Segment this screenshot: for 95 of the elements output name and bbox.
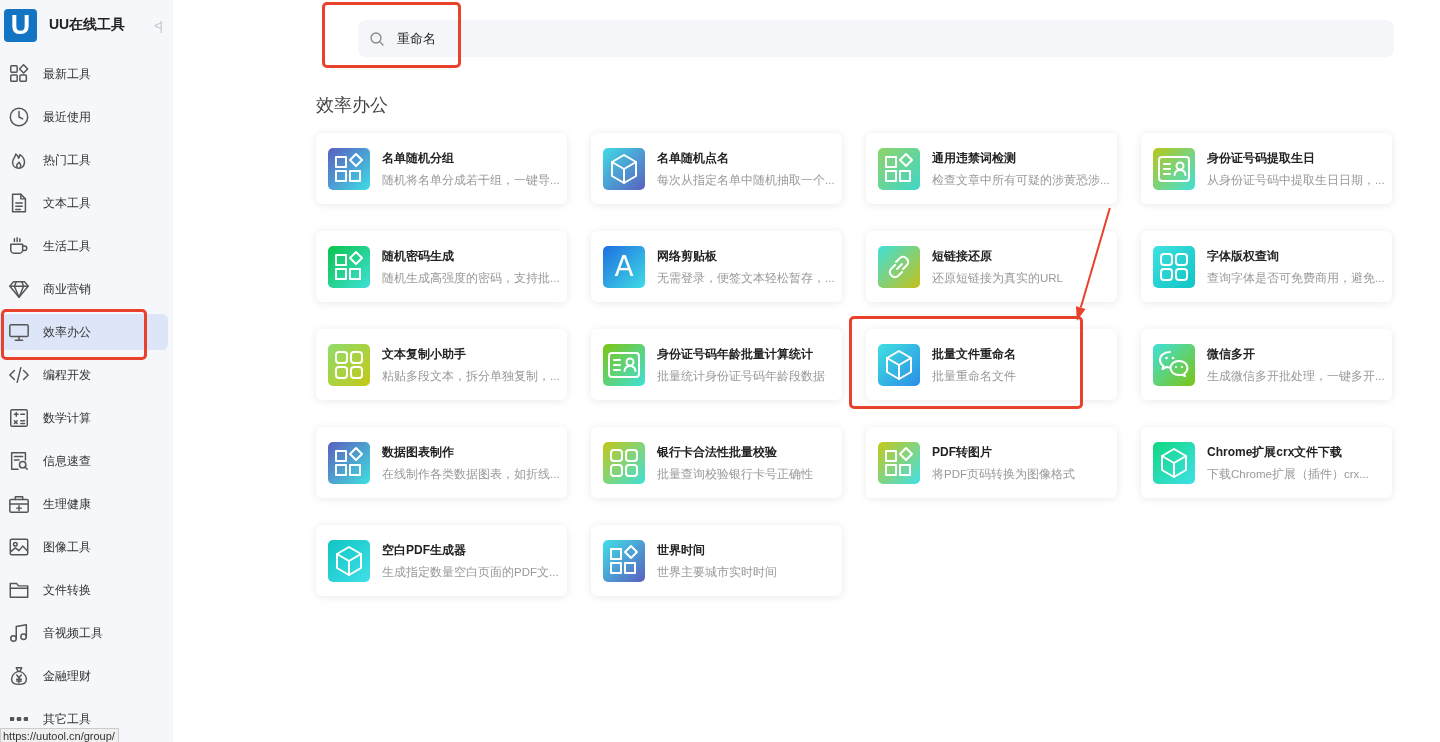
sidebar-item[interactable]: 生活工具 — [0, 228, 168, 264]
apps-icon — [328, 245, 370, 288]
sidebar-item[interactable]: 文本工具 — [0, 185, 168, 221]
tool-card[interactable]: 空白PDF生成器 生成指定数量空白页面的PDF文... — [316, 525, 567, 596]
card-description: 将PDF页码转换为图像格式 — [932, 466, 1075, 482]
apps-icon — [603, 539, 645, 582]
tool-card[interactable]: 短链接还原 还原短链接为真实的URL — [866, 231, 1117, 302]
link-icon — [878, 245, 920, 288]
grid-icon — [603, 441, 645, 484]
card-description: 世界主要城市实时时间 — [657, 564, 777, 580]
money-bag-icon — [8, 665, 30, 687]
cup-icon — [8, 235, 30, 257]
sidebar-item[interactable]: 图像工具 — [0, 529, 168, 565]
diamond-icon — [8, 278, 30, 300]
tool-card[interactable]: 微信多开 生成微信多开批处理，一键多开... — [1141, 329, 1392, 400]
tool-card[interactable]: 批量文件重命名 批量重命名文件 — [866, 329, 1117, 400]
sidebar-item[interactable]: 数学计算 — [0, 400, 168, 436]
card-title: 微信多开 — [1207, 345, 1256, 363]
tool-card[interactable]: 名单随机点名 每次从指定名单中随机抽取一个... — [591, 133, 842, 204]
image-icon — [8, 536, 30, 558]
search-icon — [369, 30, 385, 47]
tool-card[interactable]: 通用违禁词检测 检查文章中所有可疑的涉黄恐涉... — [866, 133, 1117, 204]
card-description: 还原短链接为真实的URL — [932, 270, 1063, 286]
section-heading: 效率办公 — [316, 94, 389, 117]
site-title: UU在线工具 — [49, 16, 127, 34]
id-card-icon — [1153, 147, 1195, 190]
tool-card[interactable]: Chrome扩展crx文件下载 下载Chrome扩展（插件）crx... — [1141, 427, 1392, 498]
card-title: 世界时间 — [657, 541, 706, 559]
sidebar-item[interactable]: 最新工具 — [0, 56, 168, 92]
card-description: 批量重命名文件 — [932, 368, 1016, 384]
grid-icon — [328, 343, 370, 386]
card-title: PDF转图片 — [932, 443, 993, 461]
tool-card[interactable]: 世界时间 世界主要城市实时时间 — [591, 525, 842, 596]
cube-icon — [328, 539, 370, 582]
card-title: 名单随机点名 — [657, 149, 730, 167]
id-card-icon — [603, 343, 645, 386]
card-title: 银行卡合法性批量校验 — [657, 443, 778, 461]
sidebar-item[interactable]: 最近使用 — [0, 99, 168, 135]
card-title: 随机密码生成 — [382, 247, 455, 265]
cube-icon — [1153, 441, 1195, 484]
card-title: 字体版权查询 — [1207, 247, 1280, 265]
card-description: 下载Chrome扩展（插件）crx... — [1207, 466, 1369, 482]
tool-card[interactable]: A 网络剪贴板 无需登录，便签文本轻松暂存，... — [591, 231, 842, 302]
card-title: 空白PDF生成器 — [382, 541, 467, 559]
card-title: 批量文件重命名 — [932, 345, 1016, 363]
sidebar-item[interactable]: 金融理财 — [0, 658, 168, 694]
tool-card[interactable]: 名单随机分组 随机将名单分成若干组，一键导... — [316, 133, 567, 204]
grid-icon — [1153, 245, 1195, 288]
card-description: 批量查询校验银行卡号正确性 — [657, 466, 813, 482]
card-title: 文本复制小助手 — [382, 345, 467, 363]
card-title: 数据图表制作 — [382, 443, 455, 461]
sidebar-item[interactable]: 信息速查 — [0, 443, 168, 479]
card-title: 网络剪贴板 — [657, 247, 718, 265]
sidebar-item[interactable]: 效率办公 — [0, 314, 168, 350]
sidebar-item[interactable]: 热门工具 — [0, 142, 168, 178]
card-title: 名单随机分组 — [382, 149, 455, 167]
sidebar-item[interactable]: 文件转换 — [0, 572, 168, 608]
card-title: 身份证号码年龄批量计算统计 — [657, 345, 814, 363]
search-field[interactable]: 重命名 — [358, 20, 1394, 57]
tool-card[interactable]: 随机密码生成 随机生成高强度的密码，支持批... — [316, 231, 567, 302]
card-title: Chrome扩展crx文件下载 — [1207, 443, 1344, 461]
tool-card[interactable]: 身份证号码年龄批量计算统计 批量统计身份证号码年龄段数据 — [591, 329, 842, 400]
sidebar-item[interactable]: 音视频工具 — [0, 615, 168, 651]
status-url-tooltip: https://uutool.cn/group/ — [0, 728, 119, 742]
apps-icon — [878, 147, 920, 190]
tool-card[interactable]: 文本复制小助手 粘贴多段文本，拆分单独复制，... — [316, 329, 567, 400]
apps-icon — [328, 441, 370, 484]
music-note-icon — [8, 622, 30, 644]
tool-card[interactable]: 银行卡合法性批量校验 批量查询校验银行卡号正确性 — [591, 427, 842, 498]
card-title: 短链接还原 — [932, 247, 993, 265]
cube-icon — [878, 343, 920, 386]
card-description: 批量统计身份证号码年龄段数据 — [657, 368, 825, 384]
medical-kit-icon — [8, 493, 30, 515]
apps-icon — [8, 63, 30, 85]
tool-card[interactable]: 字体版权查询 查询字体是否可免费商用，避免... — [1141, 231, 1392, 302]
letter-icon: A — [603, 245, 645, 288]
document-search-icon — [8, 450, 30, 472]
tool-card[interactable]: 身份证号码提取生日 从身份证号码中提取生日日期，... — [1141, 133, 1392, 204]
sidebar-item[interactable]: 编程开发 — [0, 357, 168, 393]
logo[interactable]: U — [4, 8, 37, 42]
tool-card[interactable]: PDF转图片 将PDF页码转换为图像格式 — [866, 427, 1117, 498]
chat-bubbles-icon — [1153, 343, 1195, 386]
clock-icon — [8, 106, 30, 128]
sidebar-item[interactable]: 生理健康 — [0, 486, 168, 522]
more-icon — [10, 717, 28, 721]
code-icon — [8, 364, 30, 386]
calculator-icon — [8, 407, 30, 429]
sidebar-item[interactable]: 商业营销 — [0, 271, 168, 307]
apps-icon — [878, 441, 920, 484]
monitor-icon — [8, 321, 30, 343]
card-title: 通用违禁词检测 — [932, 149, 1017, 167]
apps-icon — [328, 147, 370, 190]
card-title: 身份证号码提取生日 — [1207, 149, 1316, 167]
cube-icon — [603, 147, 645, 190]
tool-card[interactable]: 数据图表制作 在线制作各类数据图表，如折线... — [316, 427, 567, 498]
